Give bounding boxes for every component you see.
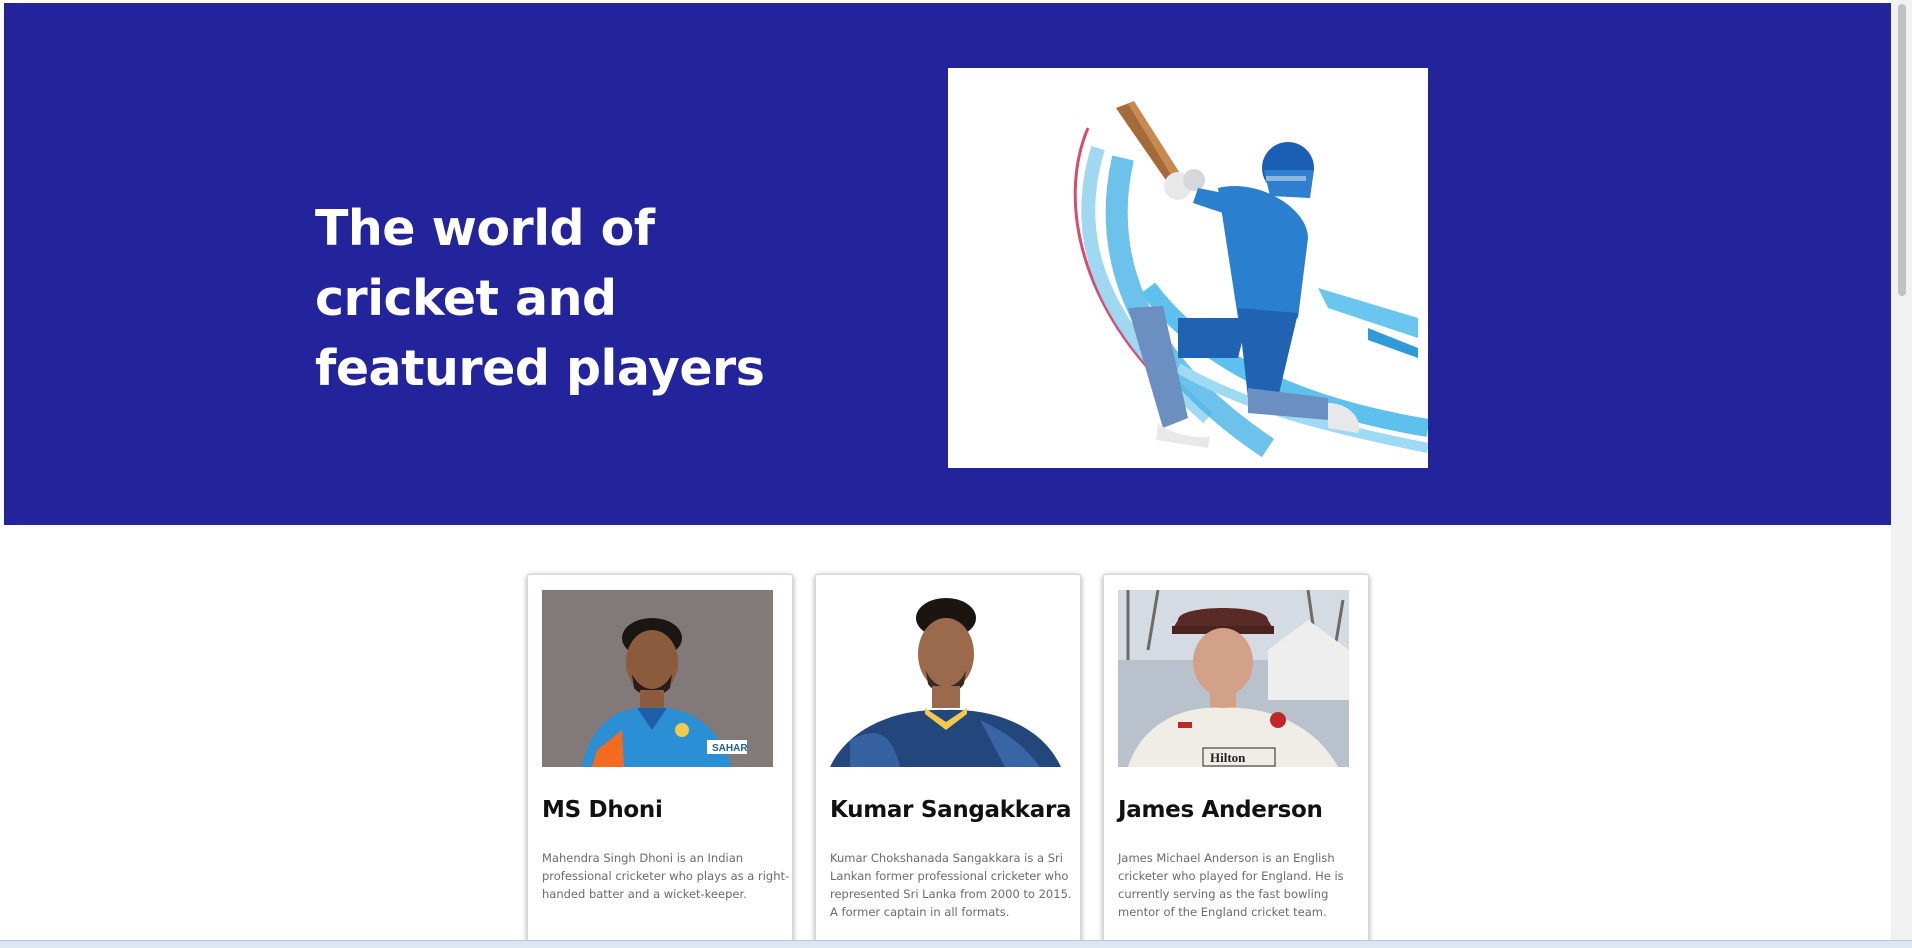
taskbar-edge — [0, 940, 1912, 948]
player-description: Mahendra Singh Dhoni is an Indian profes… — [542, 851, 790, 901]
svg-text:SAHAR: SAHAR — [712, 743, 748, 754]
kumar-sangakkara-photo — [830, 590, 1061, 767]
hero-title: The world of cricket and featured player… — [315, 200, 765, 397]
player-card-ms-dhoni[interactable]: SAHAR MS Dhoni Mahendra Singh Dhoni is a… — [527, 574, 793, 948]
player-name: James Anderson — [1118, 797, 1323, 823]
hero-banner: The world of cricket and featured player… — [4, 3, 1891, 525]
james-anderson-photo: Hilton — [1118, 590, 1349, 767]
page: The world of cricket and featured player… — [0, 0, 1912, 948]
player-description: James Michael Anderson is an English cri… — [1118, 851, 1344, 919]
featured-players: SAHAR MS Dhoni Mahendra Singh Dhoni is a… — [0, 574, 1912, 948]
svg-text:Hilton: Hilton — [1210, 750, 1246, 765]
vertical-scrollbar[interactable] — [1891, 0, 1912, 948]
player-name: Kumar Sangakkara — [830, 797, 1072, 823]
scrollbar-thumb[interactable] — [1898, 4, 1906, 296]
player-card-james-anderson[interactable]: Hilton James Anderson James Michael Ande… — [1103, 574, 1369, 948]
player-name: MS Dhoni — [542, 797, 663, 823]
player-card-kumar-sangakkara[interactable]: Kumar Sangakkara Kumar Chokshanada Sanga… — [815, 574, 1081, 948]
batsman-illustration — [948, 68, 1428, 468]
player-description: Kumar Chokshanada Sangakkara is a Sri La… — [830, 851, 1072, 919]
ms-dhoni-photo: SAHAR — [542, 590, 773, 767]
